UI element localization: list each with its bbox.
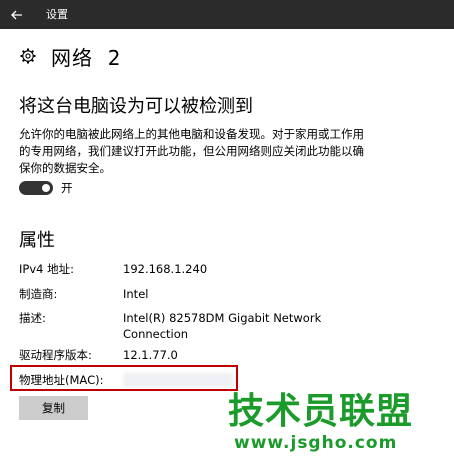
description-label: 描述: <box>19 311 46 325</box>
back-button[interactable] <box>0 0 34 29</box>
driver-version-label: 驱动程序版本: <box>19 348 92 362</box>
watermark-url-text: www.jsgho.com <box>234 433 398 453</box>
window-title: 设置 <box>46 8 68 21</box>
ipv4-value: 192.168.1.240 <box>123 262 208 276</box>
page-header: 网络 2 <box>20 42 121 70</box>
gear-icon <box>20 48 36 64</box>
mac-highlight-box <box>10 365 238 391</box>
discoverable-heading: 将这台电脑设为可以被检测到 <box>19 96 253 117</box>
page-title: 网络 2 <box>51 45 122 70</box>
toggle-knob <box>42 184 50 192</box>
properties-heading: 属性 <box>19 230 55 251</box>
arrow-left-icon <box>11 10 22 19</box>
copy-button[interactable]: 复制 <box>19 396 88 420</box>
ipv4-label: IPv4 地址: <box>19 262 74 276</box>
driver-version-value: 12.1.77.0 <box>123 348 178 362</box>
manufacturer-label: 制造商: <box>19 287 58 301</box>
title-bar: 设置 <box>0 0 454 29</box>
description-value: Intel(R) 82578DM Gigabit Network Connect… <box>123 311 322 341</box>
watermark-logo: 技术员联盟 www.jsgho.com <box>222 390 454 461</box>
discoverable-description: 允许你的电脑被此网络上的其他电脑和设备发现。对于家用或工作用的专用网络，我们建议… <box>19 127 364 175</box>
discoverable-toggle-row: 开 <box>19 180 73 196</box>
toggle-state-label: 开 <box>61 181 73 195</box>
manufacturer-value: Intel <box>123 287 149 301</box>
discoverable-toggle[interactable] <box>19 181 53 195</box>
watermark-main-text: 技术员联盟 <box>228 391 414 432</box>
